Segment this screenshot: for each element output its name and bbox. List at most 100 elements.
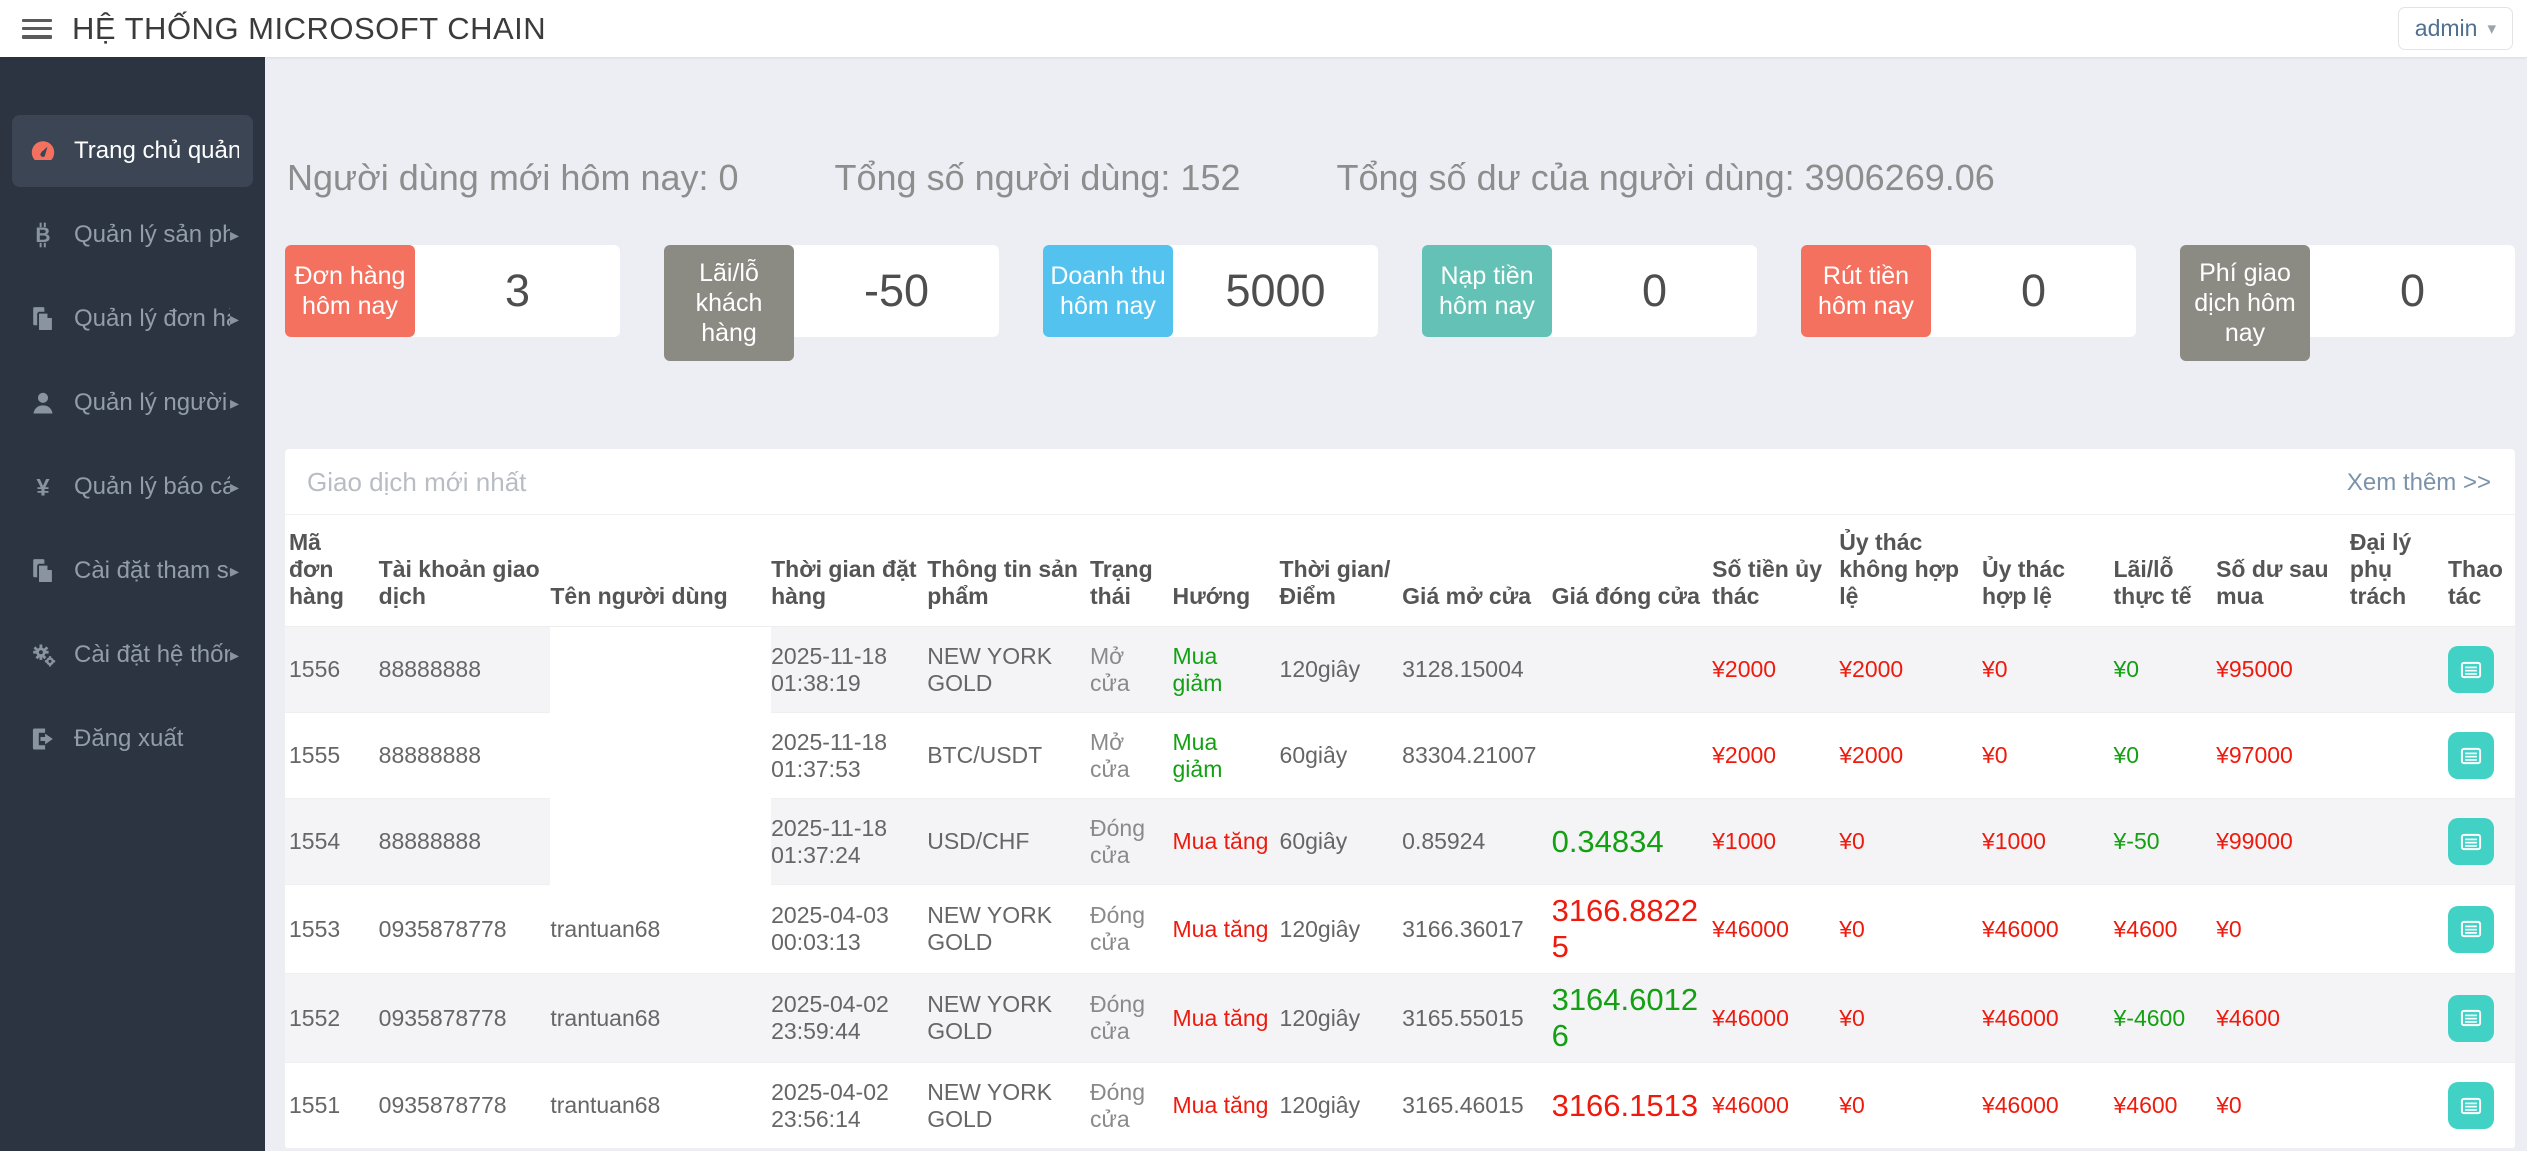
cell-entrust-amount: ¥1000 [1712,799,1839,885]
cell-duration: 60giây [1280,799,1403,885]
cell-entrust-amount: ¥46000 [1712,885,1839,974]
order-detail-button[interactable] [2448,818,2494,865]
cell-order-time: 2025-11-18 01:37:24 [771,799,927,885]
cell-open-price: 0.85924 [1402,799,1551,885]
cell-duration: 120giây [1280,627,1403,713]
sidebar-item-orders[interactable]: Quản lý đơn hàng ▸ [12,283,253,355]
order-detail-button[interactable] [2448,1082,2494,1129]
cell-product: NEW YORK GOLD [927,627,1090,713]
cell-open-price: 3165.46015 [1402,1063,1551,1149]
sidebar-item-system[interactable]: Cài đặt hệ thống ▸ [12,619,253,691]
cell-status: Đóng cửa [1090,974,1173,1063]
transaction-row: 1553 0935878778 trantuan68 2025-04-03 00… [285,885,2515,974]
stat-card-value: 0 [2310,245,2515,337]
order-detail-button[interactable] [2448,995,2494,1042]
sidebar-item-logout[interactable]: Đăng xuất [12,703,253,775]
cell-account: 88888888 [379,799,551,885]
column-header: Trạng thái [1090,515,1173,627]
cell-username: trantuan68 [550,974,771,1063]
transactions-table-body: 1556 88888888 2025-11-18 01:38:19 NEW YO… [285,627,2515,1149]
transactions-panel: Giao dịch mới nhất Xem thêm >> Mã đơn hà… [285,449,2515,1149]
cell-balance-after: ¥4600 [2216,974,2350,1063]
main-content: Người dùng mới hôm nay: 0 Tổng số người … [265,57,2527,1151]
new-users-today: Người dùng mới hôm nay: 0 [287,157,739,199]
cell-open-price: 3166.36017 [1402,885,1551,974]
cell-order-time: 2025-11-18 01:38:19 [771,627,927,713]
cell-direction: Mua tăng [1173,885,1280,974]
cell-action [2448,1063,2515,1149]
stat-card: Nạp tiền hôm nay 0 [1422,245,1757,337]
cell-agent [2350,799,2448,885]
order-detail-button[interactable] [2448,732,2494,779]
cell-agent [2350,627,2448,713]
cell-close-price: 3166.88225 [1552,885,1713,974]
cell-product: NEW YORK GOLD [927,885,1090,974]
column-header: Tên người dùng [550,515,771,627]
documents-icon [26,305,60,333]
cell-close-price: 0.34834 [1552,799,1713,885]
chevron-right-icon: ▸ [230,477,239,498]
order-list-icon [2458,1093,2484,1119]
user-menu-label: admin [2415,15,2478,42]
cell-close-price: 3166.1513 [1552,1063,1713,1149]
cell-order-time: 2025-04-03 00:03:13 [771,885,927,974]
stat-card: Phí giao dịch hôm nay 0 [2180,245,2515,337]
cell-action [2448,885,2515,974]
cell-duration: 120giây [1280,974,1403,1063]
cell-account: 88888888 [379,627,551,713]
sidebar-item-label: Cài đặt tham số [74,557,230,585]
transaction-row: 1555 88888888 2025-11-18 01:37:53 BTC/US… [285,713,2515,799]
svg-text:B: B [35,224,50,247]
cell-entrust-amount: ¥46000 [1712,974,1839,1063]
yen-icon: ¥ [26,473,60,501]
cell-account: 0935878778 [379,885,551,974]
user-icon [26,389,60,417]
cell-invalid-entrust: ¥2000 [1839,627,1982,713]
stat-card-label: Nạp tiền hôm nay [1422,245,1552,337]
stat-card-value: 3 [415,245,620,337]
sidebar-item-parameters[interactable]: Cài đặt tham số ▸ [12,535,253,607]
see-more-link[interactable]: Xem thêm >> [2347,469,2491,497]
chevron-right-icon: ▸ [230,393,239,414]
column-header: Giá đóng cửa [1552,515,1713,627]
column-header: Thời gian/Điểm [1280,515,1403,627]
cell-status: Đóng cửa [1090,885,1173,974]
cell-direction: Mua tăng [1173,974,1280,1063]
sidebar-item-reports[interactable]: ¥ Quản lý báo cáo ▸ [12,451,253,523]
order-detail-button[interactable] [2448,906,2494,953]
column-header: Giá mở cửa [1402,515,1551,627]
gears-icon [26,641,60,669]
user-menu[interactable]: admin ▾ [2398,7,2513,50]
stat-cards: Đơn hàng hôm nay 3 Lãi/lỗ khách hàng -50… [285,245,2515,337]
sidebar-item-dashboard[interactable]: Trang chủ quản trị [12,115,253,187]
sidebar-item-label: Quản lý người dùng [74,389,230,417]
cell-status: Mở cửa [1090,713,1173,799]
cell-username [550,799,771,885]
cell-invalid-entrust: ¥0 [1839,799,1982,885]
menu-toggle-icon[interactable] [22,19,52,39]
order-detail-button[interactable] [2448,646,2494,693]
cell-actual-pnl: ¥0 [2114,713,2217,799]
sidebar-item-products[interactable]: B Quản lý sản phẩm ▸ [12,199,253,271]
order-list-icon [2458,1005,2484,1031]
cell-product: NEW YORK GOLD [927,1063,1090,1149]
cell-direction: Mua giảm [1173,627,1280,713]
cell-valid-entrust: ¥1000 [1982,799,2114,885]
sidebar-item-users[interactable]: Quản lý người dùng ▸ [12,367,253,439]
stat-card: Đơn hàng hôm nay 3 [285,245,620,337]
chevron-right-icon: ▸ [230,309,239,330]
logout-icon [26,725,60,753]
cell-balance-after: ¥0 [2216,885,2350,974]
column-header: Lãi/lỗ thực tế [2114,515,2217,627]
dashboard-icon [26,137,60,165]
column-header: Mã đơn hàng [285,515,379,627]
app-title: HỆ THỐNG MICROSOFT CHAIN [72,11,546,47]
column-header: Số dư sau mua [2216,515,2350,627]
sidebar: Trang chủ quản trị B Quản lý sản phẩm ▸ … [0,57,265,1151]
stat-card-value: 0 [1552,245,1757,337]
cell-action [2448,627,2515,713]
cell-valid-entrust: ¥46000 [1982,885,2114,974]
column-header: Thao tác [2448,515,2515,627]
total-user-balance: Tổng số dư của người dùng: 3906269.06 [1337,157,1995,199]
stat-card: Rút tiền hôm nay 0 [1801,245,2136,337]
